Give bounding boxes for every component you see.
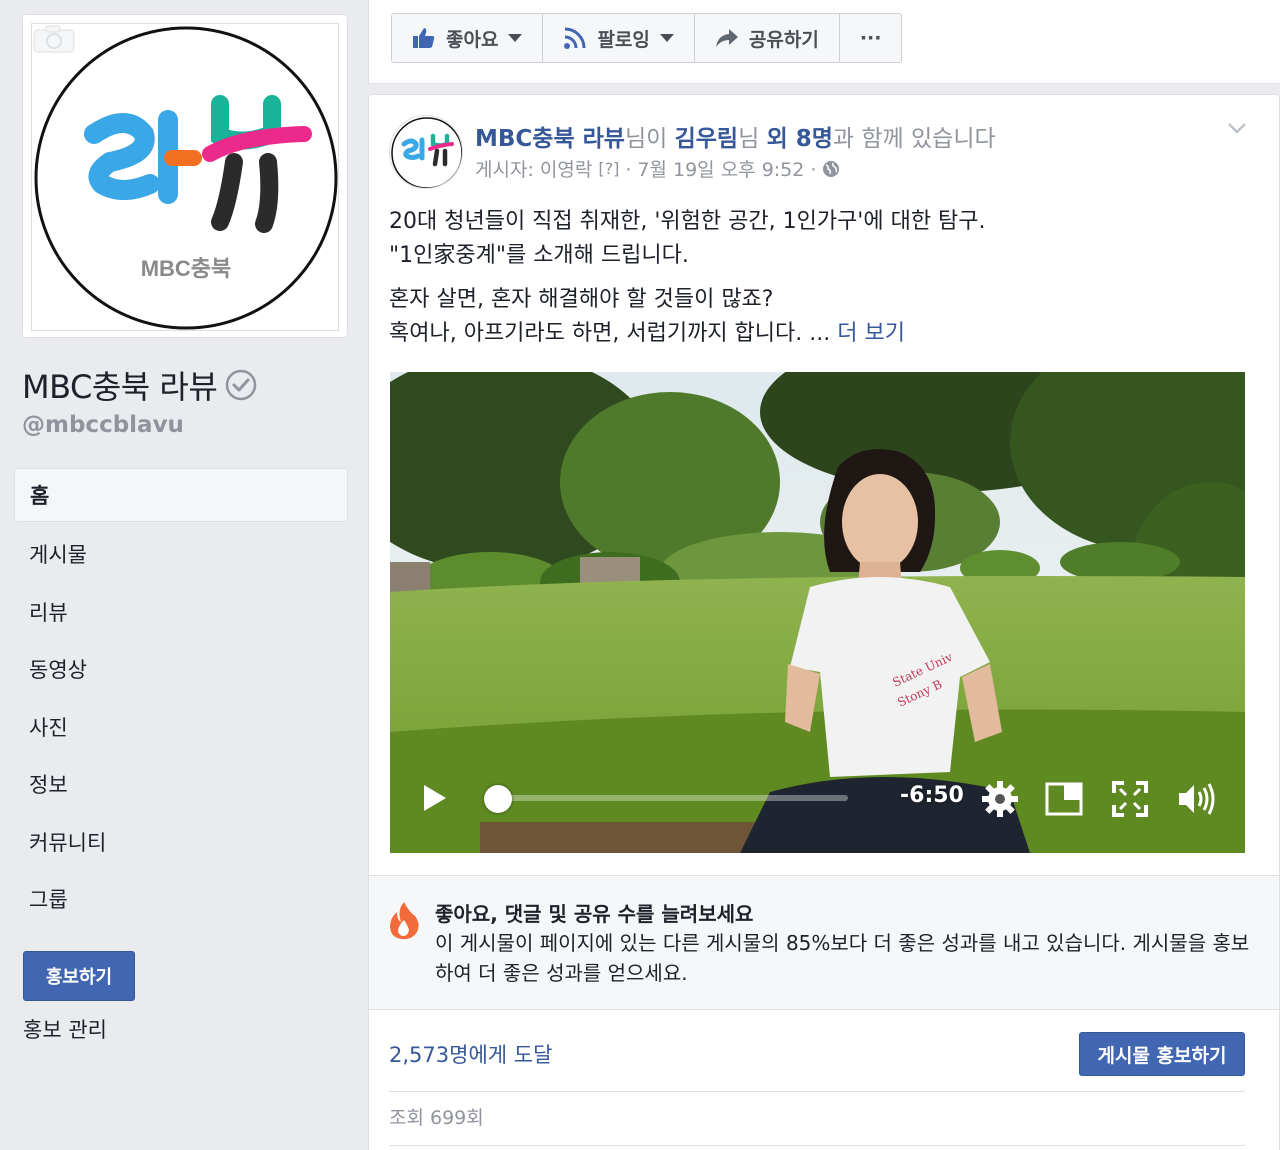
post-body: 20대 청년들이 직접 취재한, '위험한 공간, 1인가구'에 대한 탐구. "… [389,205,1249,361]
camera-icon[interactable] [32,24,76,54]
nav-item-label: 커뮤니티 [29,830,107,855]
more-icon: ··· [859,27,882,49]
share-button[interactable]: 공유하기 [695,14,840,62]
video-time-remaining: -6:50 [900,783,964,808]
nav-item-label: 정보 [29,773,68,798]
chevron-down-icon[interactable] [1227,121,1247,135]
tagged-person-link[interactable]: 김우림 [675,126,738,152]
logo-sub-text: MBC충북 [141,256,232,281]
caret-down-icon [508,34,523,42]
settings-gear-icon[interactable] [980,779,1020,819]
post-header: MBC충북 라뷰님이 김우림님 외 8명과 함께 있습니다 [475,119,996,153]
pip-icon[interactable] [1044,779,1084,819]
nav-item-label: 사진 [29,715,68,740]
with-mid: 님 [738,126,767,152]
follow-label: 팔로잉 [597,28,650,51]
nav-item-label: 리뷰 [29,600,68,625]
page-logo: MBC충북 [34,26,338,330]
rss-icon [564,27,586,49]
post-insight-banner: 좋아요, 댓글 및 공유 수를 늘려보세요 이 게시물이 페이지에 있는 다른 … [369,875,1279,1010]
profile-picture-frame: MBC충북 [22,14,348,338]
video-player[interactable]: State Univ Stony B -6:50 [390,372,1245,853]
insight-body: 이 게시물이 페이지에 있는 다른 게시물의 85%보다 더 좋은 성과를 내고… [435,931,1250,985]
profile-picture[interactable]: MBC충북 [31,23,339,331]
nav-item-label: 홈 [30,484,50,508]
page-action-bar: 좋아요 팔로잉 공유하기 ··· [368,0,1280,84]
post-author-link[interactable]: MBC충북 라뷰 [475,126,625,152]
insight-title: 좋아요, 댓글 및 공유 수를 늘려보세요 [435,902,754,926]
like-button[interactable]: 좋아요 [392,14,544,62]
share-label: 공유하기 [748,28,819,51]
nav-item-videos[interactable]: 동영상 [14,641,348,699]
nav-item-reviews[interactable]: 리뷰 [14,583,348,641]
tagged-others-link[interactable]: 외 8명 [767,126,833,152]
like-label: 좋아요 [446,28,499,51]
nav-item-label: 동영상 [29,658,87,683]
post-card: MBC충북 라뷰님이 김우림님 외 8명과 함께 있습니다 게시자: 이영락 [… [368,94,1280,1150]
divider [389,1145,1245,1146]
verified-check-icon [226,369,257,401]
nav-item-posts[interactable]: 게시물 [14,526,348,584]
post-line-1: 20대 청년들이 직접 취재한, '위험한 공간, 1인가구'에 대한 탐구. [389,209,986,234]
help-link[interactable]: [?] [598,159,619,178]
page-nav: 홈 게시물 리뷰 동영상 사진 정보 커뮤니티 그룹 [14,468,348,928]
post-timestamp[interactable]: · 7월 19일 오후 9:52 · [625,155,816,182]
reach-count-link[interactable]: 2,573명에게 도달 [389,1039,552,1069]
with-prefix: 님이 [624,126,675,152]
promote-button[interactable]: 홍보하기 [23,951,135,1001]
page-handle[interactable]: @mbccblavu [22,412,184,438]
left-column: MBC충북 MBC충북 라뷰 @mbccblavu 홈 게시물 리뷰 동영상 사… [0,0,368,1150]
nav-item-home[interactable]: 홈 [14,468,348,522]
nav-item-label: 게시물 [29,543,87,568]
nav-item-label: 그룹 [29,888,68,913]
fire-icon [390,902,419,940]
posted-by: 게시자: 이영락 [475,159,593,181]
nav-item-photos[interactable]: 사진 [14,698,348,756]
boost-post-button[interactable]: 게시물 홍보하기 [1079,1032,1245,1076]
volume-icon[interactable] [1176,779,1216,819]
video-scrubber-handle[interactable] [484,785,512,813]
post-line-4: 혹여나, 아프기라도 하면, 서럽기까지 합니다. ... [389,321,838,346]
fullscreen-icon[interactable] [1110,779,1150,819]
play-icon[interactable] [422,783,448,813]
with-suffix: 과 함께 있습니다 [832,126,996,152]
nav-item-community[interactable]: 커뮤니티 [14,813,348,871]
post-line-2: "1인家중계"를 소개해 드립니다. [389,243,689,268]
globe-icon [823,160,840,177]
post-author-avatar[interactable] [389,115,463,189]
divider [389,1091,1245,1092]
author-avatar-logo [391,117,462,188]
caret-down-icon [659,34,674,42]
action-button-group: 좋아요 팔로잉 공유하기 ··· [391,13,903,63]
follow-button[interactable]: 팔로잉 [543,14,695,62]
post-line-3: 혼자 살면, 혼자 해결해야 할 것들이 많죠? [389,287,774,312]
nav-item-groups[interactable]: 그룹 [14,871,348,929]
nav-item-about[interactable]: 정보 [14,756,348,814]
video-progress-bar[interactable] [490,795,848,801]
page-name-text: MBC충북 라뷰 [22,368,218,406]
view-count: 조회 699회 [389,1107,484,1129]
share-arrow-icon [715,29,738,47]
post-meta: 게시자: 이영락 [?] · 7월 19일 오후 9:52 · [475,155,840,182]
video-controls: -6:50 [390,763,1245,853]
see-more-link[interactable]: 더 보기 [837,321,905,346]
promotion-manage-link[interactable]: 홍보 관리 [23,1014,107,1044]
more-options-button[interactable]: ··· [840,14,902,62]
thumbs-up-icon [413,28,435,48]
page-name: MBC충북 라뷰 [22,362,257,408]
